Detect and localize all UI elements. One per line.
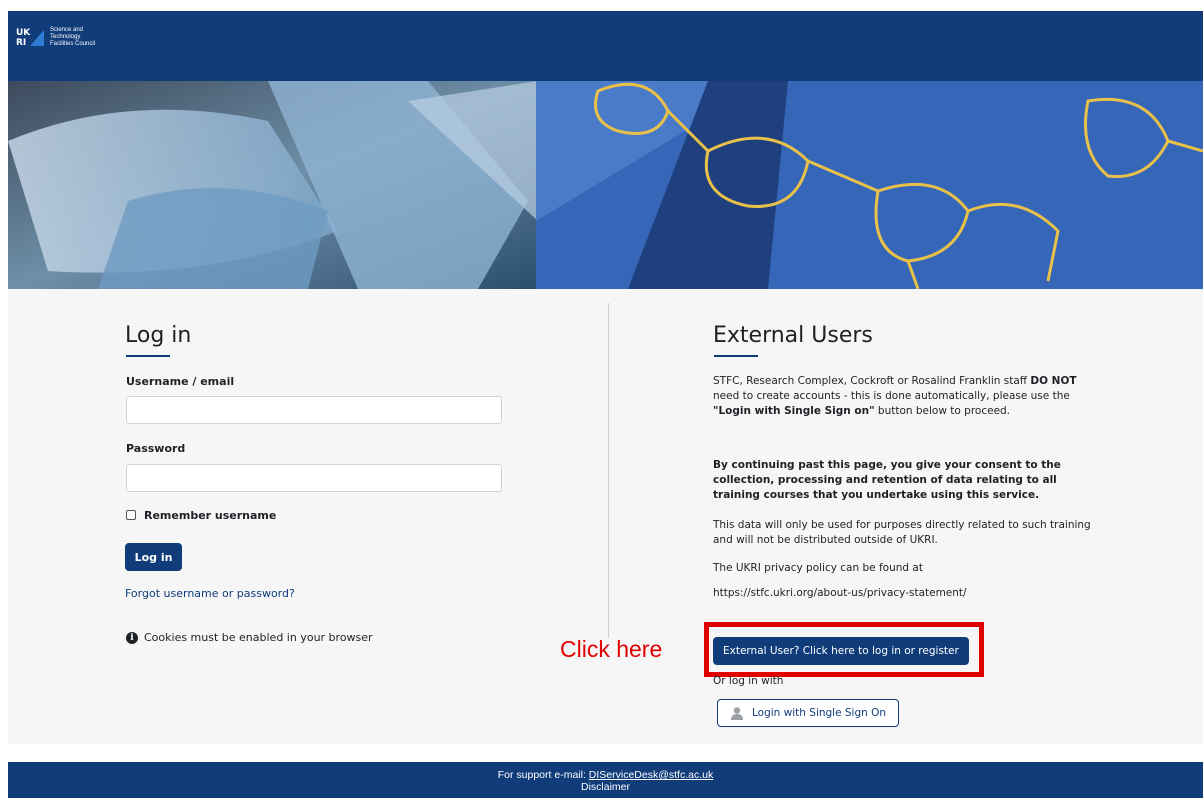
svg-text:RI: RI bbox=[16, 38, 26, 48]
external-user-button[interactable]: External User? Click here to log in or r… bbox=[713, 637, 969, 665]
consent-notice: By continuing past this page, you give y… bbox=[713, 459, 1061, 501]
external-users-title: External Users bbox=[713, 323, 873, 348]
forgot-password-link[interactable]: Forgot username or password? bbox=[125, 587, 295, 600]
support-line: For support e-mail: DIServiceDesk@stfc.a… bbox=[8, 769, 1203, 781]
disclaimer-link[interactable]: Disclaimer bbox=[8, 781, 1203, 793]
privacy-intro: The UKRI privacy policy can be found at bbox=[713, 562, 923, 574]
password-label: Password bbox=[126, 442, 186, 455]
logo-text: Science and Technology Facilities Counci… bbox=[50, 26, 96, 47]
hero-banner-image bbox=[8, 81, 1203, 289]
info-icon: i bbox=[126, 631, 138, 644]
cookies-notice: i Cookies must be enabled in your browse… bbox=[126, 631, 373, 644]
or-log-in-with-label: Or log in with bbox=[713, 675, 784, 687]
ukri-logo-mark-icon: UK RI bbox=[16, 26, 44, 48]
support-email-link[interactable]: DIServiceDesk@stfc.ac.uk bbox=[589, 769, 713, 781]
staff-notice: STFC, Research Complex, Cockroft or Rosa… bbox=[713, 375, 1077, 417]
cookies-notice-text: Cookies must be enabled in your browser bbox=[144, 631, 373, 644]
user-icon bbox=[730, 706, 744, 720]
ukri-stfc-logo[interactable]: UK RI Science and Technology Facilities … bbox=[16, 26, 96, 49]
login-title-underline bbox=[126, 355, 170, 357]
username-input[interactable] bbox=[126, 396, 502, 424]
sso-button-label: Login with Single Sign On bbox=[752, 707, 887, 719]
username-label: Username / email bbox=[126, 375, 235, 388]
column-divider bbox=[608, 303, 609, 638]
click-here-annotation: Click here bbox=[560, 636, 663, 662]
external-users-title-underline bbox=[714, 355, 758, 357]
svg-text:UK: UK bbox=[16, 28, 31, 38]
sso-login-button[interactable]: Login with Single Sign On bbox=[717, 699, 900, 727]
login-button[interactable]: Log in bbox=[125, 543, 182, 571]
site-footer: For support e-mail: DIServiceDesk@stfc.a… bbox=[8, 762, 1203, 798]
support-text: For support e-mail: bbox=[497, 769, 589, 781]
remember-username-label[interactable]: Remember username bbox=[144, 509, 276, 522]
password-input[interactable] bbox=[126, 464, 502, 492]
login-title: Log in bbox=[125, 323, 192, 348]
site-header bbox=[8, 11, 1203, 81]
privacy-policy-link[interactable]: https://stfc.ukri.org/about-us/privacy-s… bbox=[713, 587, 967, 599]
data-use-notice: This data will only be used for purposes… bbox=[713, 519, 1091, 546]
remember-username-checkbox[interactable] bbox=[126, 510, 136, 520]
